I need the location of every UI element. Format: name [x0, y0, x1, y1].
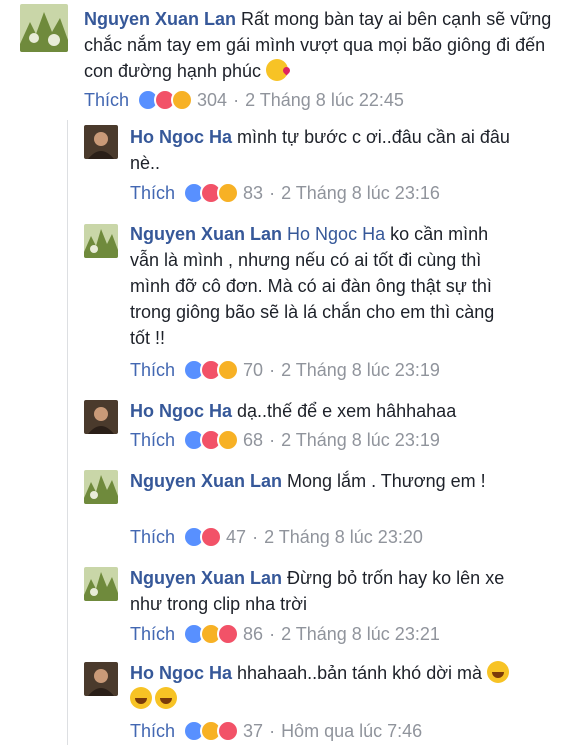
like-link[interactable]: Thích	[130, 429, 175, 451]
laugh-emoji-icon	[487, 661, 510, 683]
separator-dot: ·	[269, 183, 276, 203]
laugh-emoji-icon	[155, 687, 177, 709]
reaction-count: 37	[243, 721, 264, 741]
haha-reaction-icon	[217, 182, 240, 204]
kiss-emoji-icon	[266, 59, 289, 81]
comment-author[interactable]: Ho Ngoc Ha	[130, 401, 232, 421]
comment-body: Ho Ngoc Ha hhahaah..bản tánh khó dời mà	[130, 660, 530, 712]
mention-link[interactable]: Ho Ngoc Ha	[287, 224, 385, 244]
reaction-count: 47	[226, 527, 247, 547]
haha-reaction-icon	[217, 359, 240, 381]
love-reaction-icon	[200, 526, 223, 548]
comment-text: dạ..thế để e xem hâhhahaa	[237, 401, 457, 421]
reactions[interactable]	[183, 526, 223, 548]
comment-meta: Thích 37 · Hôm qua lúc 7:46	[130, 720, 422, 742]
comment-body: Ho Ngoc Ha dạ..thế để e xem hâhhahaa	[130, 398, 530, 424]
reactions[interactable]	[183, 429, 240, 451]
comment-body: Nguyen Xuan Lan Rất mong bàn tay ai bên …	[84, 6, 564, 84]
avatar[interactable]	[84, 125, 118, 159]
avatar[interactable]	[84, 662, 118, 696]
like-link[interactable]: Thích	[130, 720, 175, 742]
reactions[interactable]	[183, 182, 240, 204]
comment-timestamp[interactable]: 2 Tháng 8 lúc 23:20	[264, 526, 423, 548]
reply-thread-line	[67, 120, 68, 745]
comment-timestamp[interactable]: 2 Tháng 8 lúc 22:45	[245, 89, 404, 111]
comment-meta: Thích 47 · 2 Tháng 8 lúc 23:20	[130, 526, 423, 548]
comment-body: Nguyen Xuan Lan Đừng bỏ trốn hay ko lên …	[130, 565, 530, 617]
like-link[interactable]: Thích	[130, 623, 175, 645]
comment-body: Nguyen Xuan Lan Mong lắm . Thương em !	[130, 468, 530, 494]
avatar-image	[84, 400, 118, 434]
avatar[interactable]	[84, 400, 118, 434]
love-reaction-icon	[217, 720, 240, 742]
comment-text: Mong lắm . Thương em !	[287, 471, 486, 491]
avatar-image	[20, 4, 68, 52]
comment-meta: Thích 304 · 2 Tháng 8 lúc 22:45	[84, 89, 404, 111]
like-link[interactable]: Thích	[130, 359, 175, 381]
reaction-count: 70	[243, 360, 264, 380]
comment-body: Ho Ngoc Ha mình tự bước c ơi..đâu cần ai…	[130, 124, 530, 176]
avatar[interactable]	[84, 470, 118, 504]
comment-author[interactable]: Ho Ngoc Ha	[130, 663, 232, 683]
like-link[interactable]: Thích	[130, 182, 175, 204]
haha-reaction-icon	[171, 89, 194, 111]
avatar[interactable]	[20, 4, 68, 52]
avatar-image	[84, 567, 118, 601]
comment-timestamp[interactable]: 2 Tháng 8 lúc 23:19	[281, 359, 440, 381]
comment-author[interactable]: Nguyen Xuan Lan	[130, 224, 282, 244]
like-link[interactable]: Thích	[84, 89, 129, 111]
separator-dot: ·	[269, 721, 276, 741]
separator-dot: ·	[269, 360, 276, 380]
comment-author[interactable]: Ho Ngoc Ha	[130, 127, 232, 147]
comment-thread: Nguyen Xuan Lan Rất mong bàn tay ai bên …	[0, 0, 580, 745]
comment-timestamp[interactable]: 2 Tháng 8 lúc 23:16	[281, 182, 440, 204]
reactions[interactable]	[183, 359, 240, 381]
reactions[interactable]	[137, 89, 194, 111]
comment-author[interactable]: Nguyen Xuan Lan	[84, 9, 236, 29]
avatar[interactable]	[84, 224, 118, 258]
reactions[interactable]	[183, 623, 240, 645]
comment-text: hhahaah..bản tánh khó dời mà	[237, 663, 483, 683]
love-reaction-icon	[217, 623, 240, 645]
comment-meta: Thích 68 · 2 Tháng 8 lúc 23:19	[130, 429, 440, 451]
avatar-image	[84, 662, 118, 696]
comment-timestamp[interactable]: 2 Tháng 8 lúc 23:19	[281, 429, 440, 451]
separator-dot: ·	[269, 624, 276, 644]
laugh-emoji-icon	[130, 687, 152, 709]
comment-meta: Thích 83 · 2 Tháng 8 lúc 23:16	[130, 182, 440, 204]
wow-reaction-icon	[217, 429, 240, 451]
comment-body: Nguyen Xuan Lan Ho Ngoc Ha ko cần mình v…	[130, 221, 510, 351]
reactions[interactable]	[183, 720, 240, 742]
like-link[interactable]: Thích	[130, 526, 175, 548]
comment-author[interactable]: Nguyen Xuan Lan	[130, 471, 282, 491]
avatar-image	[84, 125, 118, 159]
comment-timestamp[interactable]: Hôm qua lúc 7:46	[281, 720, 422, 742]
separator-dot: ·	[252, 527, 259, 547]
comment-meta: Thích 86 · 2 Tháng 8 lúc 23:21	[130, 623, 440, 645]
reaction-count: 68	[243, 430, 264, 450]
comment-timestamp[interactable]: 2 Tháng 8 lúc 23:21	[281, 623, 440, 645]
separator-dot: ·	[269, 430, 276, 450]
reaction-count: 83	[243, 183, 264, 203]
reaction-count: 304	[197, 90, 228, 110]
avatar[interactable]	[84, 567, 118, 601]
comment-author[interactable]: Nguyen Xuan Lan	[130, 568, 282, 588]
avatar-image	[84, 470, 118, 504]
separator-dot: ·	[233, 90, 240, 110]
comment-meta: Thích 70 · 2 Tháng 8 lúc 23:19	[130, 359, 440, 381]
reaction-count: 86	[243, 624, 264, 644]
avatar-image	[84, 224, 118, 258]
